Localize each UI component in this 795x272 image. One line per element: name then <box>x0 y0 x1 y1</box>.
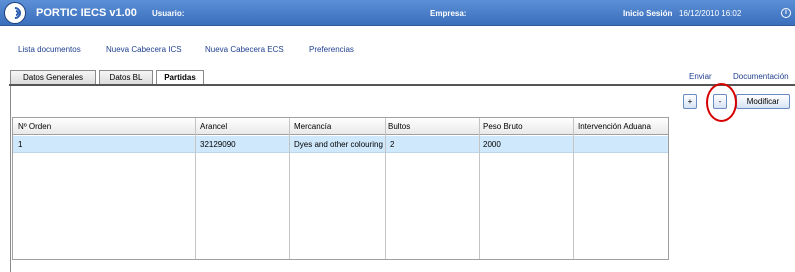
session-label: Inicio Sesión <box>623 9 673 18</box>
menu-lista-documentos[interactable]: Lista documentos <box>18 45 81 54</box>
session-date: 16/12/2010 16:02 <box>679 9 742 18</box>
column-header-mercancia[interactable]: Mercancía <box>294 122 331 131</box>
add-button[interactable]: + <box>683 94 697 109</box>
tab-divider <box>9 84 795 86</box>
company-label: Empresa: <box>430 9 467 18</box>
column-divider <box>573 118 574 259</box>
column-divider <box>479 118 480 259</box>
table-header: Nº Orden Arancel Mercancía Bultos Peso B… <box>13 118 668 135</box>
menu-nueva-cabecera-ics[interactable]: Nueva Cabecera ICS <box>106 45 182 54</box>
panel-frame <box>10 86 11 272</box>
partidas-table: Nº Orden Arancel Mercancía Bultos Peso B… <box>12 117 669 260</box>
cell-mercancia: Dyes and other colouring <box>294 140 383 149</box>
column-header-orden[interactable]: Nº Orden <box>18 122 51 131</box>
column-divider <box>195 118 196 259</box>
tab-datos-generales[interactable]: Datos Generales <box>10 70 96 84</box>
documentacion-link[interactable]: Documentación <box>733 72 789 81</box>
highlight-annotation <box>706 83 737 122</box>
column-header-arancel[interactable]: Arancel <box>200 122 227 131</box>
column-header-peso-bruto[interactable]: Peso Bruto <box>483 122 523 131</box>
cell-peso-bruto: 2000 <box>483 140 501 149</box>
enviar-link[interactable]: Enviar <box>689 72 712 81</box>
menu-preferencias[interactable]: Preferencias <box>309 45 354 54</box>
cell-arancel: 32129090 <box>200 140 236 149</box>
column-header-bultos[interactable]: Bultos <box>388 122 410 131</box>
tab-partidas[interactable]: Partidas <box>156 70 204 85</box>
column-header-intervencion-aduana[interactable]: Intervención Aduana <box>578 122 651 131</box>
cell-bultos: 2 <box>390 140 395 149</box>
user-label: Usuario: <box>152 9 185 18</box>
column-divider <box>289 118 290 259</box>
cell-orden: 1 <box>18 140 23 149</box>
info-icon[interactable]: i <box>781 8 791 18</box>
menu-nueva-cabecera-ecs[interactable]: Nueva Cabecera ECS <box>205 45 284 54</box>
table-row[interactable]: 1 32129090 Dyes and other colouring 2 20… <box>13 136 668 153</box>
app-title: PORTIC IECS v1.00 <box>36 7 137 19</box>
portic-logo-icon <box>4 2 26 24</box>
tab-datos-bl[interactable]: Datos BL <box>99 70 153 84</box>
column-divider <box>385 118 386 259</box>
modify-button[interactable]: Modificar <box>736 94 790 109</box>
app-header: PORTIC IECS v1.00 Usuario: Empresa: Inic… <box>0 0 795 26</box>
